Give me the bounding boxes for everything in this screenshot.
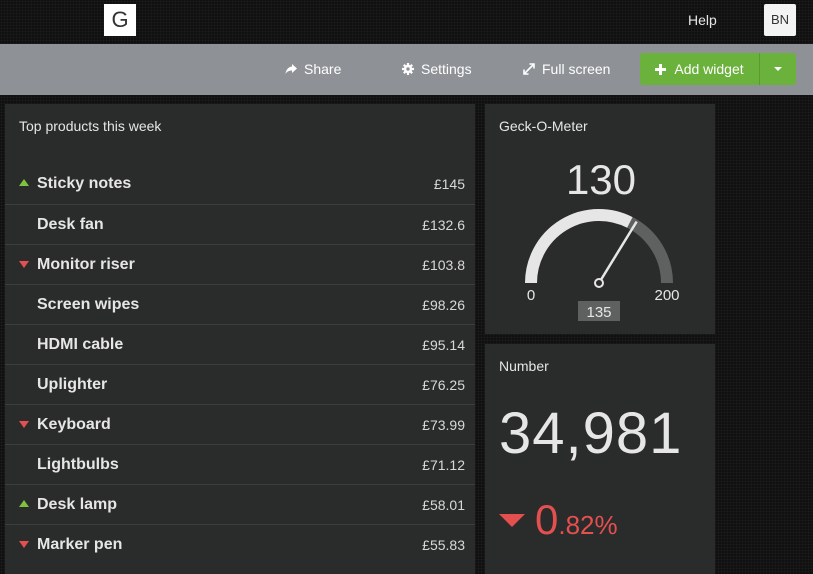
leaderboard-widget[interactable]: Top products this week Sticky notes £145 D… bbox=[5, 104, 475, 574]
share-icon bbox=[285, 64, 297, 74]
trend-down-icon bbox=[19, 541, 29, 548]
logo[interactable]: G bbox=[104, 4, 136, 36]
item-value: £58.01 bbox=[422, 497, 465, 513]
gear-icon bbox=[402, 63, 414, 75]
item-name: Marker pen bbox=[37, 536, 123, 553]
add-widget-main[interactable]: Add widget bbox=[640, 53, 759, 85]
top-bar: G Help BN bbox=[0, 0, 813, 44]
item-value: £73.99 bbox=[422, 417, 465, 433]
widget-title: Number bbox=[499, 358, 549, 374]
settings-button[interactable]: Settings bbox=[401, 61, 472, 77]
gauge-value: 130 bbox=[566, 156, 636, 203]
gauge-widget[interactable]: Geck-O-Meter 130 0 200 135 bbox=[485, 104, 715, 334]
item-value: £55.83 bbox=[422, 537, 465, 553]
list-item: Sticky notes £145 bbox=[5, 164, 475, 204]
settings-label: Settings bbox=[421, 61, 472, 77]
trend-down-icon bbox=[19, 421, 29, 428]
share-label: Share bbox=[304, 61, 342, 77]
expand-icon bbox=[523, 63, 535, 75]
item-name: Desk fan bbox=[37, 216, 104, 233]
item-value: £95.14 bbox=[422, 337, 465, 353]
gauge-target-label: 135 bbox=[586, 304, 611, 321]
gauge-fill bbox=[525, 209, 633, 284]
list-item: Screen wipes £98.26 bbox=[5, 284, 475, 324]
item-value: £71.12 bbox=[422, 457, 465, 473]
gauge-chart: 130 0 200 135 bbox=[525, 156, 680, 321]
list-item: Uplighter £76.25 bbox=[5, 364, 475, 404]
plus-icon bbox=[655, 63, 667, 75]
item-name: Lightbulbs bbox=[37, 456, 119, 473]
item-name: Keyboard bbox=[37, 416, 111, 433]
gauge-min-label: 0 bbox=[527, 287, 535, 304]
number-change: 0 .82% bbox=[499, 496, 618, 544]
item-name: Desk lamp bbox=[37, 496, 118, 513]
item-value: £76.25 bbox=[422, 377, 465, 393]
widget-title: Top products this week bbox=[19, 118, 162, 134]
item-name: Monitor riser bbox=[37, 256, 135, 273]
list-item: Desk fan £132.6 bbox=[5, 204, 475, 244]
trend-down-icon bbox=[19, 261, 29, 268]
gauge-needle bbox=[597, 220, 638, 284]
item-value: £145 bbox=[433, 176, 465, 192]
chevron-down-icon bbox=[774, 67, 782, 71]
change-integer: 0 bbox=[535, 496, 559, 543]
list-item: Keyboard £73.99 bbox=[5, 404, 475, 444]
item-name: HDMI cable bbox=[37, 336, 124, 353]
list-item: Monitor riser £103.8 bbox=[5, 244, 475, 284]
item-name: Sticky notes bbox=[37, 175, 132, 192]
avatar[interactable]: BN bbox=[764, 4, 796, 36]
list-item: HDMI cable £95.14 bbox=[5, 324, 475, 364]
item-name: Screen wipes bbox=[37, 296, 140, 313]
item-value: £103.8 bbox=[422, 257, 465, 273]
add-widget-dropdown[interactable] bbox=[760, 53, 796, 85]
share-button[interactable]: Share bbox=[284, 61, 341, 77]
item-value: £98.26 bbox=[422, 297, 465, 313]
leaderboard-list: Sticky notes £145 Desk fan £132.6 Monitor ri… bbox=[5, 164, 475, 564]
item-name: Uplighter bbox=[37, 376, 108, 393]
fullscreen-button[interactable]: Full screen bbox=[522, 61, 610, 77]
trend-up-icon bbox=[19, 179, 29, 186]
number-widget[interactable]: Number 34,981 0 .82% bbox=[485, 344, 715, 574]
list-item: Lightbulbs £71.12 bbox=[5, 444, 475, 484]
add-widget-label: Add widget bbox=[674, 61, 744, 77]
list-item: Desk lamp £58.01 bbox=[5, 484, 475, 524]
change-decimal: .82% bbox=[558, 510, 618, 540]
trend-down-icon bbox=[499, 513, 525, 527]
fullscreen-label: Full screen bbox=[542, 61, 611, 77]
dashboard-toolbar: Share Settings Full screen Add widget bbox=[0, 44, 813, 95]
help-link[interactable]: Help bbox=[688, 12, 717, 28]
number-value: 34,981 bbox=[499, 401, 683, 466]
list-item: Marker pen £55.83 bbox=[5, 524, 475, 564]
trend-up-icon bbox=[19, 500, 29, 507]
item-value: £132.6 bbox=[422, 217, 465, 233]
gauge-track bbox=[626, 217, 673, 284]
gauge-max-label: 200 bbox=[654, 287, 679, 304]
needle-pivot bbox=[594, 278, 604, 288]
add-widget-button[interactable]: Add widget bbox=[640, 53, 796, 85]
